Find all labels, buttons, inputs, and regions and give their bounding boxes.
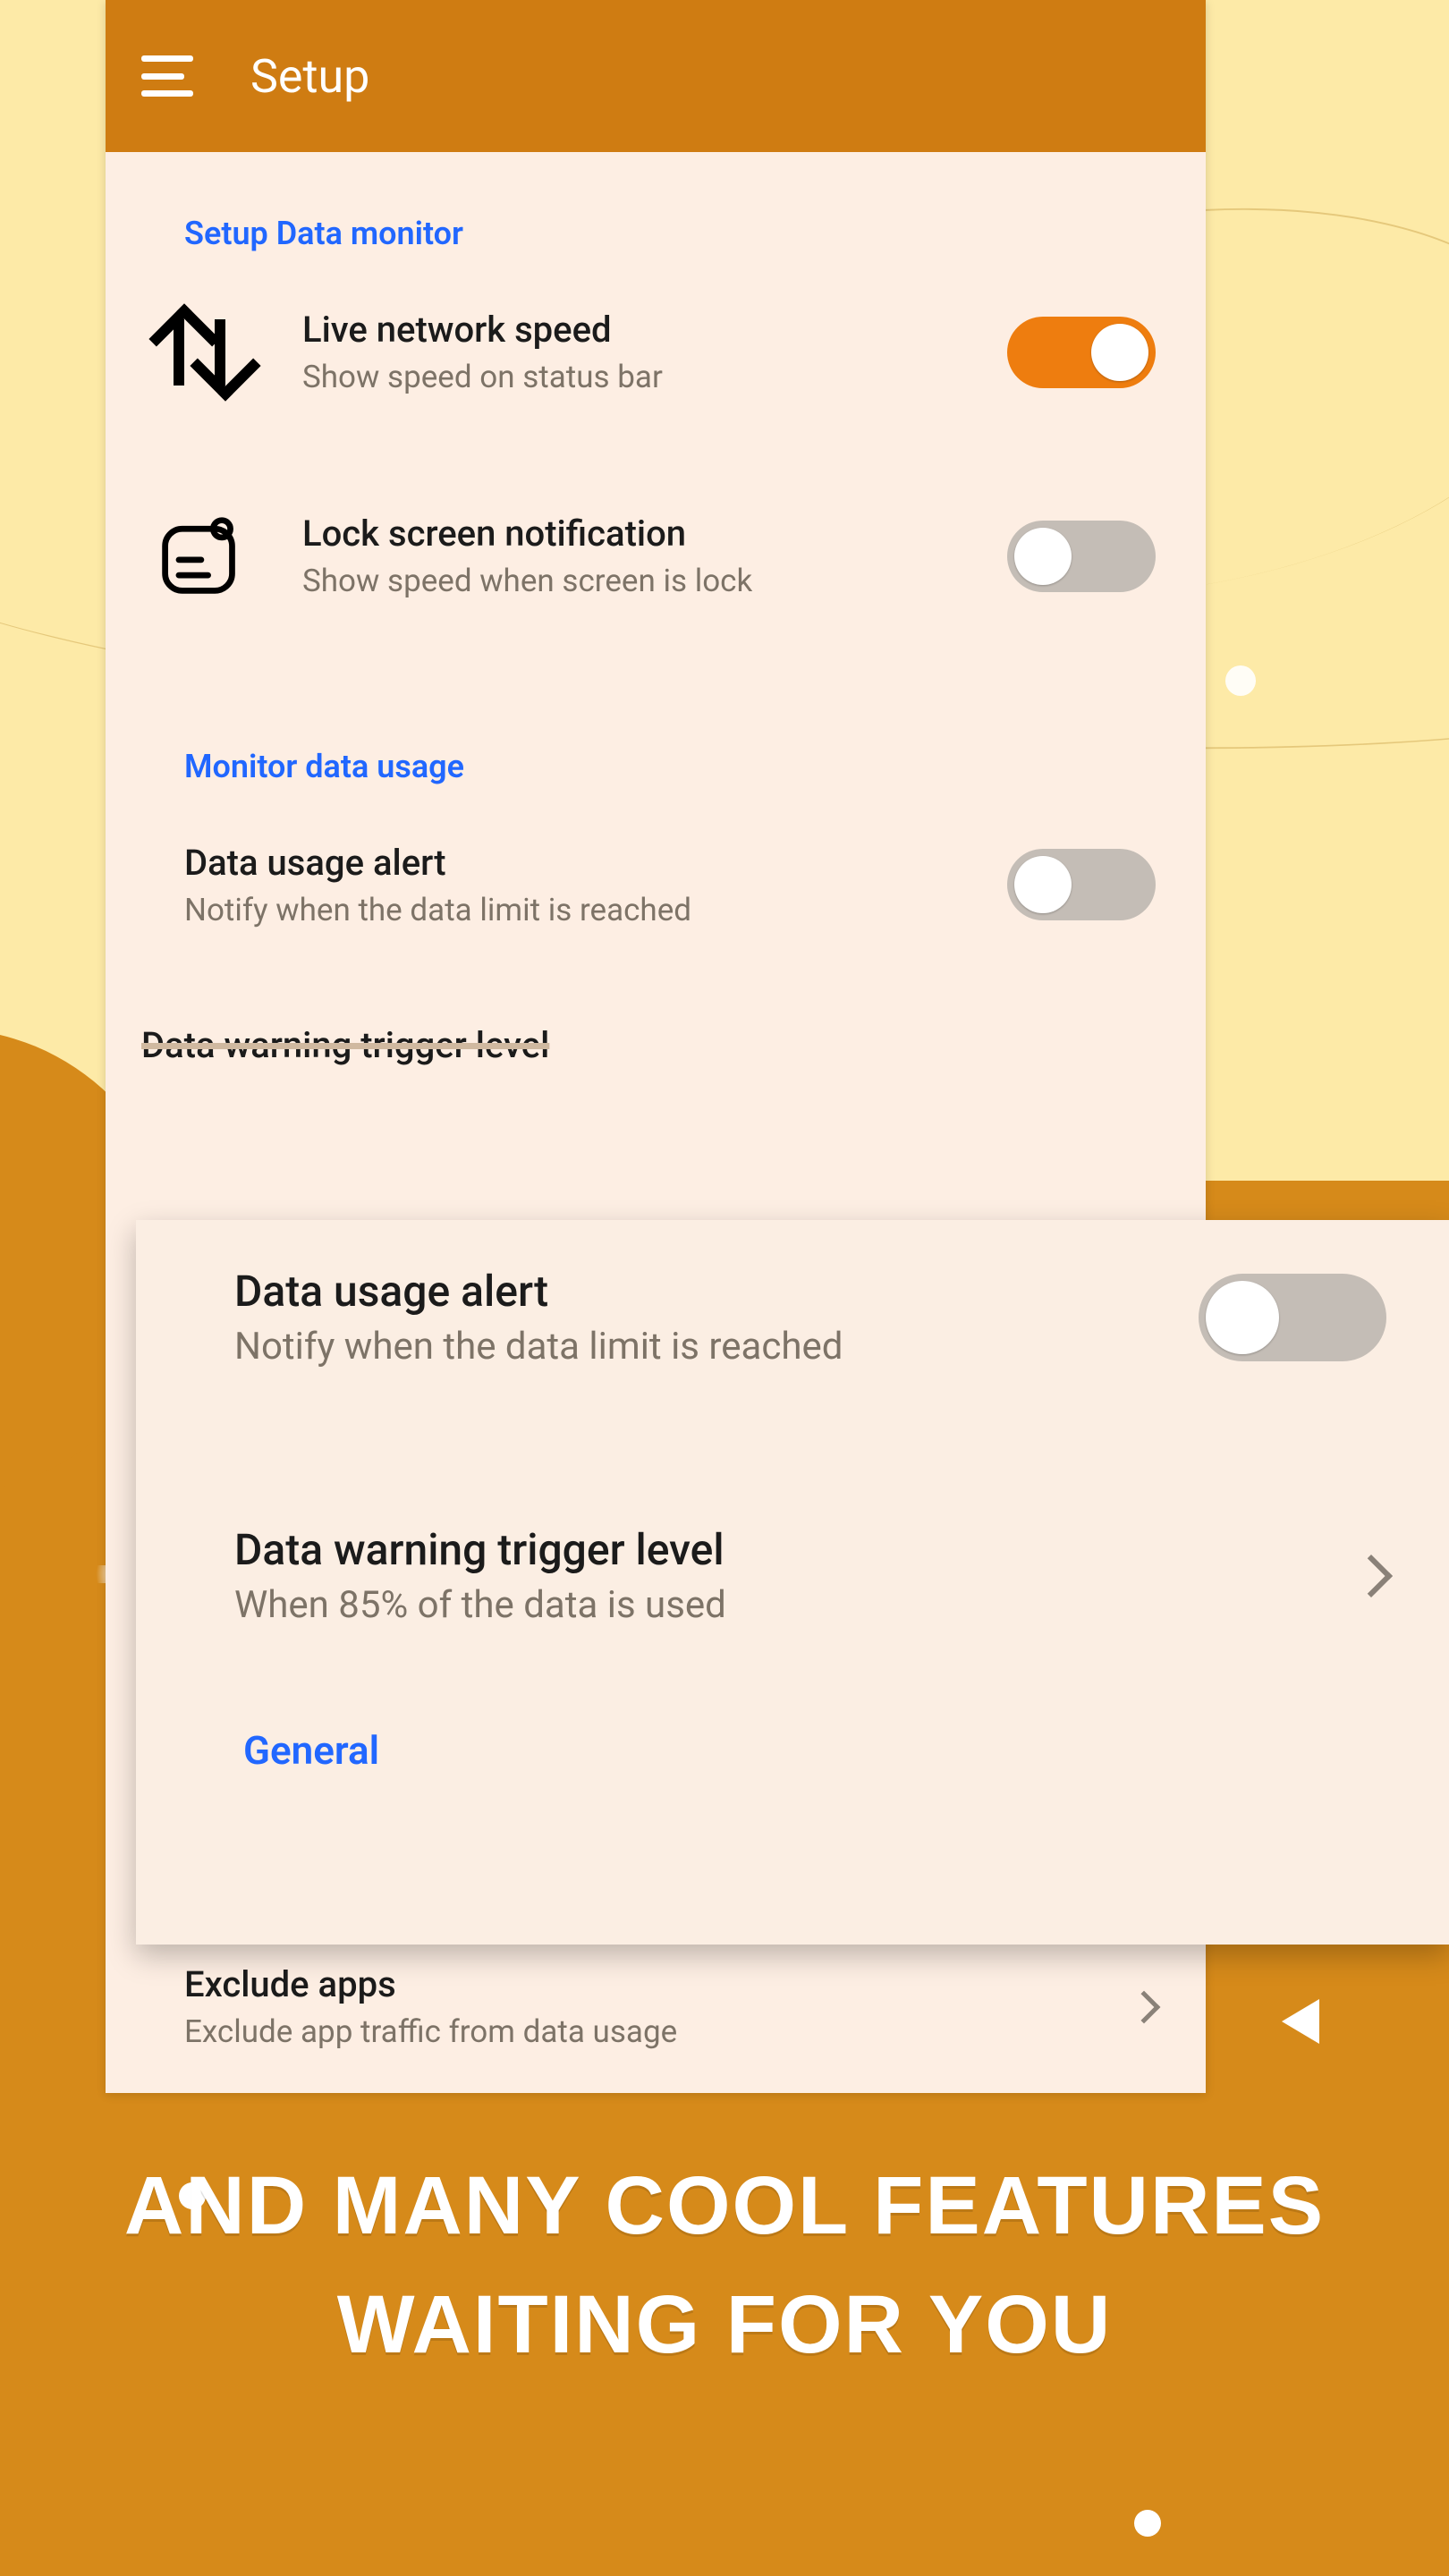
row-data-usage-alert[interactable]: Data usage alert Notify when the data li… [106,810,1206,961]
toggle-data-usage-alert[interactable] [1007,849,1156,920]
toggle-data-usage-alert-front[interactable] [1199,1274,1386,1361]
promo-headline: And many cool features waiting for you [0,2147,1449,2385]
row-title: Data usage alert [184,841,962,886]
row-title: Data usage alert [234,1265,1154,1318]
row-data-warning-trigger-level[interactable]: Data warning trigger level When 85% of t… [136,1479,1449,1674]
updown-arrows-icon [161,319,238,386]
dot-decor [1225,665,1256,696]
section-general: General [136,1674,1449,1774]
row-subtitle: Notify when the data limit is reached [184,891,962,930]
app-bar: Setup [106,0,1206,152]
chevron-right-icon [1128,1990,1161,2023]
dot-decor [1134,2510,1161,2537]
row-subtitle: When 85% of the data is used [234,1582,1311,1630]
row-title: Data warning trigger level [234,1523,1311,1577]
row-subtitle: Show speed when screen is lock [302,562,962,601]
menu-icon[interactable] [141,55,193,97]
row-data-usage-alert-front[interactable]: Data usage alert Notify when the data li… [136,1220,1449,1416]
row-subtitle: Show speed on status bar [302,358,962,397]
row-lock-screen-notification[interactable]: Lock screen notification Show speed when… [106,481,1206,631]
row-live-network-speed[interactable]: Live network speed Show speed on status … [106,277,1206,428]
row-subtitle: Notify when the data limit is reached [234,1324,1154,1371]
row-title: Live network speed [302,308,962,352]
settings-screen-front: Data usage alert Notify when the data li… [136,1220,1449,1945]
row-title-obscured: Data warning trigger level [141,1024,1156,1066]
toggle-live-network-speed[interactable] [1007,317,1156,388]
row-subtitle: Exclude app traffic from data usage [184,2012,1088,2052]
row-title: Lock screen notification [302,512,962,556]
section-monitor-data-usage: Monitor data usage [106,631,1206,810]
section-setup-data-monitor: Setup Data monitor [106,152,1206,277]
toggle-lock-screen-notification[interactable] [1007,521,1156,592]
page-title: Setup [250,49,369,104]
chevron-right-icon [1350,1555,1393,1597]
lock-screen-card-icon [156,513,243,599]
row-exclude-apps[interactable]: Exclude apps Exclude app traffic from da… [106,1932,1206,2082]
play-decor-icon [1282,1999,1319,2044]
row-data-warning-trigger-obscured: Data warning trigger level [106,960,1206,1066]
row-title: Exclude apps [184,1962,1088,2007]
